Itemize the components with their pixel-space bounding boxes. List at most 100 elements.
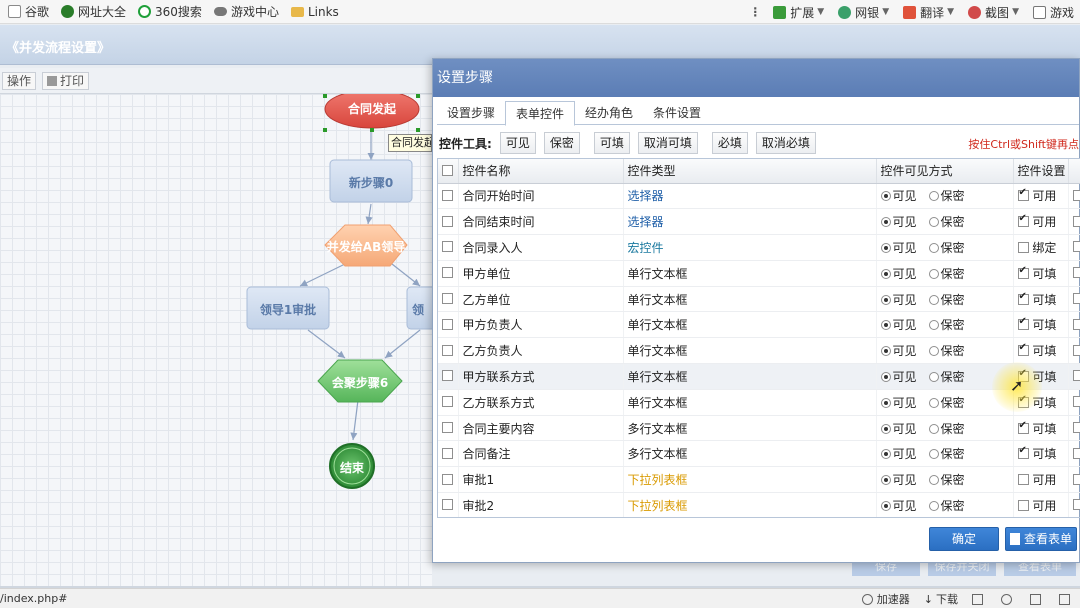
extra-setting-checkbox[interactable] — [1072, 344, 1080, 356]
extra-setting-checkbox[interactable] — [1072, 370, 1080, 382]
visible-button[interactable]: 可见 — [499, 132, 536, 154]
tab-form-controls[interactable]: 表单控件 — [505, 101, 576, 126]
visible-radio[interactable] — [880, 475, 891, 486]
setting-checkbox[interactable] — [1017, 474, 1029, 486]
secret-radio[interactable] — [928, 500, 939, 511]
secret-radio[interactable] — [928, 371, 939, 382]
secret-radio-option[interactable]: 保密 — [928, 370, 965, 384]
secret-radio-option[interactable]: 保密 — [928, 189, 965, 203]
row-checkbox[interactable] — [442, 267, 453, 279]
extra-setting-checkbox[interactable] — [1072, 189, 1080, 201]
visible-radio[interactable] — [880, 294, 891, 305]
visible-radio-option[interactable]: 可见 — [880, 447, 917, 461]
extra-setting-checkbox[interactable] — [1072, 241, 1080, 253]
row-checkbox[interactable] — [442, 499, 453, 511]
more-icon[interactable]: ⋮ — [749, 5, 761, 19]
cancel-required-button[interactable]: 取消必填 — [755, 132, 816, 154]
row-checkbox[interactable] — [442, 189, 453, 201]
accelerator-button[interactable]: 加速器 — [861, 591, 910, 607]
row-checkbox[interactable] — [442, 447, 453, 459]
setting-checkbox[interactable] — [1017, 265, 1029, 279]
game-menu[interactable]: 游戏 — [1032, 4, 1074, 21]
setting-checkbox[interactable] — [1017, 420, 1029, 434]
secret-radio[interactable] — [928, 217, 939, 228]
visible-radio-option[interactable]: 可见 — [880, 499, 917, 513]
table-row[interactable]: 甲方联系方式单行文本框可见保密 可填 — [438, 363, 1080, 390]
secret-radio-option[interactable]: 保密 — [928, 396, 965, 410]
tab-step-settings[interactable]: 设置步骤 — [437, 101, 505, 125]
bookmark-links[interactable]: Links — [290, 5, 339, 19]
secret-radio-option[interactable]: 保密 — [928, 267, 965, 281]
bookmark-360[interactable]: 360搜索 — [138, 3, 202, 20]
visible-radio-option[interactable]: 可见 — [880, 189, 917, 203]
row-checkbox[interactable] — [442, 422, 453, 434]
visible-radio-option[interactable]: 可见 — [880, 396, 917, 410]
table-row[interactable]: 甲方单位单行文本框可见保密 可填 — [438, 260, 1080, 287]
extra-setting-checkbox[interactable] — [1072, 215, 1080, 227]
row-checkbox[interactable] — [442, 370, 453, 382]
bookmark-nav[interactable]: 网址大全 — [61, 3, 126, 20]
visible-radio[interactable] — [880, 242, 891, 253]
extra-setting-checkbox[interactable] — [1072, 267, 1080, 279]
secret-radio-option[interactable]: 保密 — [928, 447, 965, 461]
extra-setting-checkbox[interactable] — [1072, 293, 1080, 305]
secret-radio[interactable] — [928, 423, 939, 434]
download-button[interactable]: ↓ 下载 — [924, 591, 958, 607]
secret-radio[interactable] — [928, 191, 939, 202]
visible-radio-option[interactable]: 可见 — [880, 241, 917, 255]
table-row[interactable]: 甲方负责人单行文本框可见保密 可填 — [438, 311, 1080, 339]
dialog-title[interactable]: 设置步骤 — [433, 59, 1079, 97]
visible-radio-option[interactable]: 可见 — [880, 422, 917, 436]
secret-radio[interactable] — [928, 397, 939, 408]
bookmark-google[interactable]: 谷歌 — [8, 3, 49, 20]
secret-radio-option[interactable]: 保密 — [928, 293, 965, 307]
visible-radio[interactable] — [880, 320, 891, 331]
tab-conditions[interactable]: 条件设置 — [643, 101, 711, 125]
visible-radio-option[interactable]: 可见 — [880, 267, 917, 281]
table-row[interactable]: 乙方单位单行文本框可见保密 可填 — [438, 286, 1080, 313]
table-row[interactable]: 乙方负责人单行文本框可见保密 可填 — [438, 337, 1080, 365]
secret-radio[interactable] — [928, 294, 939, 305]
visible-radio-option[interactable]: 可见 — [880, 293, 917, 307]
select-all-checkbox[interactable] — [442, 164, 453, 176]
selection-handle[interactable] — [416, 128, 420, 132]
visible-radio[interactable] — [880, 449, 891, 460]
secret-radio-option[interactable]: 保密 — [928, 241, 965, 255]
visible-radio[interactable] — [880, 423, 891, 434]
row-checkbox[interactable] — [442, 241, 453, 253]
selection-handle[interactable] — [323, 128, 327, 132]
selection-handle[interactable] — [370, 128, 374, 132]
extra-setting-checkbox[interactable] — [1072, 499, 1080, 511]
row-checkbox[interactable] — [442, 396, 453, 408]
row-checkbox[interactable] — [442, 318, 453, 330]
extra-setting-checkbox[interactable] — [1072, 318, 1080, 330]
secret-radio[interactable] — [928, 242, 939, 253]
visible-radio[interactable] — [880, 397, 891, 408]
secret-radio-option[interactable]: 保密 — [928, 473, 965, 487]
visible-radio[interactable] — [880, 371, 891, 382]
table-row[interactable]: 合同结束时间选择器可见保密 可用 — [438, 208, 1080, 236]
connector[interactable] — [307, 329, 346, 359]
row-checkbox[interactable] — [442, 215, 453, 227]
visible-radio-option[interactable]: 可见 — [880, 473, 917, 487]
cancel-fillable-button[interactable]: 取消可填 — [637, 132, 698, 154]
extension-menu[interactable]: 扩展 ▼ — [773, 4, 824, 21]
setting-checkbox[interactable] — [1017, 316, 1029, 331]
table-row[interactable]: 合同主要内容多行文本框可见保密 可填 — [438, 415, 1080, 442]
table-row[interactable]: 乙方联系方式单行文本框可见保密 可填 — [438, 389, 1080, 416]
secret-radio-option[interactable]: 保密 — [928, 344, 965, 358]
visible-radio-option[interactable]: 可见 — [880, 318, 917, 332]
visible-radio[interactable] — [880, 500, 891, 511]
print-button[interactable]: 打印 — [42, 71, 90, 90]
table-row[interactable]: 合同备注多行文本框可见保密 可填 — [438, 440, 1080, 468]
setting-checkbox[interactable] — [1017, 187, 1029, 202]
confirm-button[interactable]: 确定 — [929, 527, 999, 551]
secret-button[interactable]: 保密 — [543, 132, 580, 154]
operate-button[interactable]: 操作 — [2, 71, 37, 90]
column-header-visibility[interactable]: 控件可见方式 — [876, 159, 1014, 184]
connector[interactable] — [365, 203, 373, 225]
extra-setting-checkbox[interactable] — [1072, 447, 1080, 459]
row-checkbox[interactable] — [442, 344, 453, 356]
secret-radio-option[interactable]: 保密 — [928, 215, 965, 229]
zoom-icon[interactable] — [1059, 593, 1074, 605]
